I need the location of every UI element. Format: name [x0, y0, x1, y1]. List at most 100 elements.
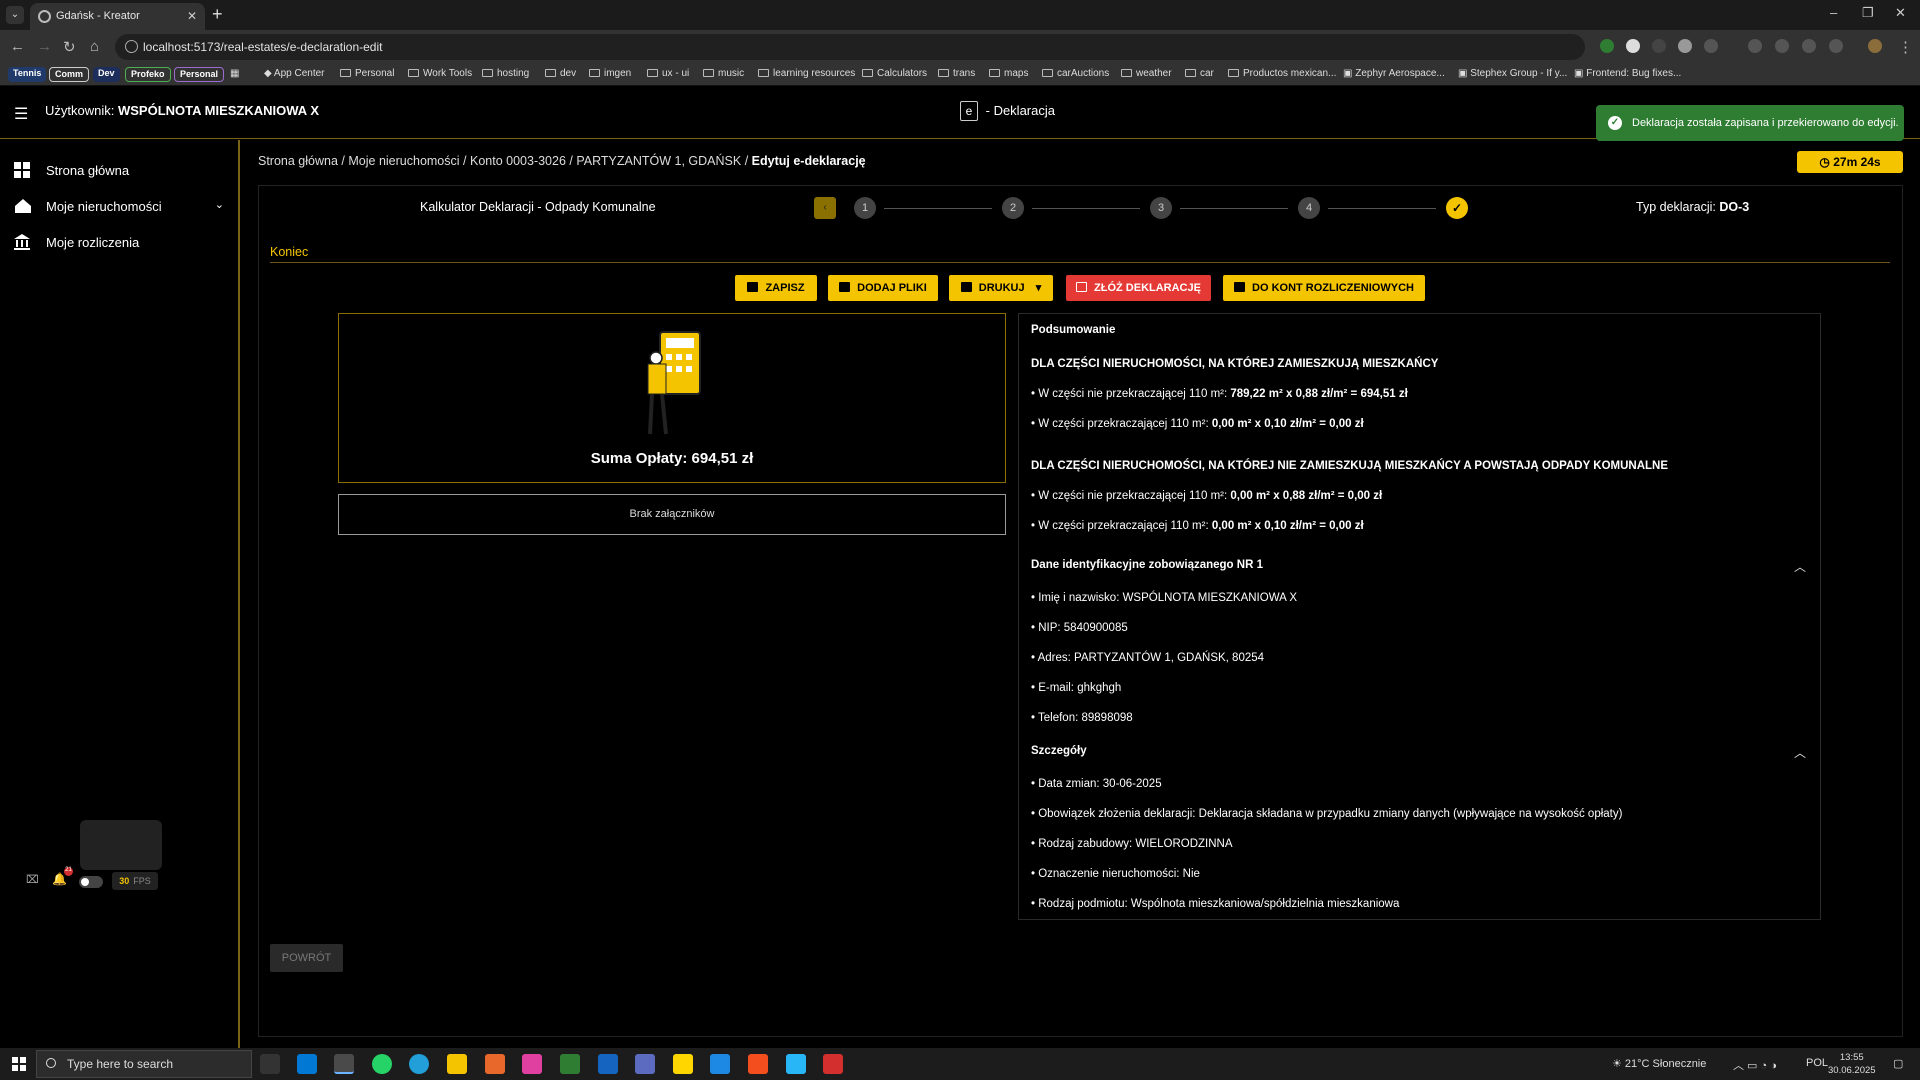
apps-grid-icon[interactable]: ▦ [230, 68, 239, 79]
devtools-icon[interactable] [1802, 39, 1816, 53]
reload-icon[interactable]: ↻ [63, 38, 76, 56]
windows-start-icon[interactable] [12, 1057, 26, 1071]
bookmark-folder[interactable]: Calculators [862, 68, 927, 79]
extension-icon[interactable] [1678, 39, 1692, 53]
bookmark-folder[interactable]: learning resources [758, 68, 855, 79]
app-icon[interactable] [823, 1054, 843, 1074]
home-browser-icon[interactable]: ⌂ [90, 38, 99, 55]
bookmark-folder[interactable]: trans [938, 68, 975, 79]
close-window-icon[interactable]: ✕ [1895, 5, 1906, 21]
app-icon[interactable] [710, 1054, 730, 1074]
bookmark-folder[interactable]: imgen [589, 68, 631, 79]
bookmark-item[interactable]: ▣ Stephex Group - If y... [1458, 68, 1567, 79]
bookmark-item[interactable]: ▣ Zephyr Aerospace... [1343, 68, 1445, 79]
theme-toggle[interactable] [79, 876, 103, 888]
breadcrumb-link[interactable]: Moje nieruchomości [348, 154, 459, 168]
bookmark-folder[interactable]: Productos mexican... [1228, 68, 1336, 79]
tab-search-icon[interactable]: ⌄ [6, 6, 24, 24]
translate-icon[interactable] [1775, 39, 1789, 53]
wizard-step[interactable]: 3 [1150, 197, 1172, 219]
chrome-icon[interactable] [334, 1054, 354, 1074]
bookmark-folder[interactable]: car [1185, 68, 1214, 79]
step-complete-check-icon[interactable]: ✓ [1446, 197, 1468, 219]
bookmark-pill[interactable]: Dev [93, 67, 120, 82]
app-icon[interactable] [635, 1054, 655, 1074]
details-heading[interactable]: Szczegóły [1031, 745, 1087, 757]
back-button[interactable]: POWRÓT [270, 944, 343, 972]
clock[interactable]: 13:55 30.06.2025 [1828, 1051, 1876, 1077]
browser-tab[interactable]: Gdańsk - Kreator ✕ [30, 3, 205, 30]
bookmark-item[interactable]: ▣ Frontend: Bug fixes... [1574, 68, 1681, 79]
close-tab-icon[interactable]: ✕ [187, 3, 197, 30]
bookmark-folder[interactable]: music [703, 68, 744, 79]
extension-icon[interactable] [1626, 39, 1640, 53]
extension-icon[interactable] [1652, 39, 1666, 53]
forward-icon[interactable]: → [37, 38, 52, 55]
toast-message: Deklaracja została zapisana i przekierow… [1632, 117, 1899, 129]
minimize-icon[interactable]: – [1830, 5, 1837, 20]
download-icon[interactable] [1829, 39, 1843, 53]
back-icon[interactable]: ← [10, 38, 25, 55]
bookmark-folder[interactable]: weather [1121, 68, 1172, 79]
language-indicator[interactable]: POL [1806, 1057, 1828, 1069]
bookmark-folder[interactable]: maps [989, 68, 1028, 79]
chevron-up-icon[interactable]: ︿ [1794, 744, 1806, 761]
extension-icon[interactable] [1600, 39, 1614, 53]
menu-collapse-icon[interactable]: ☰ [14, 104, 28, 124]
bookmark-folder[interactable]: Personal [340, 68, 394, 79]
wizard-step[interactable]: 4 [1298, 197, 1320, 219]
bookmark-pill[interactable]: Profeko [125, 67, 171, 82]
submit-declaration-button[interactable]: ZŁÓŻ DEKLARACJĘ [1066, 275, 1211, 301]
wizard-back-button[interactable]: ‹ [814, 197, 836, 219]
app-icon[interactable] [522, 1054, 542, 1074]
browser-menu-icon[interactable]: ⋮ [1898, 38, 1913, 56]
app-icon[interactable] [598, 1054, 618, 1074]
notifications-icon[interactable]: ▢ [1893, 1057, 1903, 1070]
address-bar[interactable]: localhost:5173/real-estates/e-declaratio… [115, 34, 1585, 60]
restore-icon[interactable]: ❐ [1862, 5, 1874, 21]
save-button[interactable]: ZAPISZ [735, 275, 817, 301]
clear-cache-icon[interactable]: ⌧ [26, 873, 39, 886]
app-icon[interactable] [560, 1054, 580, 1074]
breadcrumb-link[interactable]: PARTYZANTÓW 1, GDAŃSK [576, 154, 741, 168]
chevron-down-icon[interactable]: ⌄ [215, 198, 224, 211]
bookmark-folder[interactable]: hosting [482, 68, 529, 79]
breadcrumb-link[interactable]: Konto 0003-3026 [470, 154, 566, 168]
taskbar-search[interactable]: Type here to search [36, 1050, 252, 1078]
profile-avatar[interactable] [1868, 39, 1882, 53]
weather-widget[interactable]: ☀ 21°C Słonecznie [1612, 1057, 1706, 1070]
wizard-step[interactable]: 2 [1002, 197, 1024, 219]
new-tab-icon[interactable]: + [212, 4, 223, 25]
bookmark-folder[interactable]: dev [545, 68, 576, 79]
bookmark-item[interactable]: ◆ App Center [264, 68, 325, 79]
wizard-step[interactable]: 1 [854, 197, 876, 219]
to-accounts-button[interactable]: DO KONT ROZLICZENIOWYCH [1223, 275, 1425, 301]
site-info-icon[interactable] [125, 40, 138, 53]
print-button[interactable]: DRUKUJ ▾ [949, 275, 1053, 301]
extensions-icon[interactable] [1704, 39, 1718, 53]
identity-heading[interactable]: Dane identyfikacyjne zobowiązanego NR 1 [1031, 559, 1263, 571]
bookmark-folder[interactable]: Work Tools [408, 68, 472, 79]
task-view-icon[interactable] [260, 1054, 280, 1074]
bookmark-pill[interactable]: Personal [174, 67, 225, 82]
whatsapp-icon[interactable] [372, 1054, 392, 1074]
sticky-notes-icon[interactable] [673, 1054, 693, 1074]
add-files-button[interactable]: DODAJ PLIKI [828, 275, 938, 301]
bookmark-folder[interactable]: ux - ui [647, 68, 689, 79]
telegram-icon[interactable] [409, 1054, 429, 1074]
chevron-up-icon[interactable]: ︿ [1794, 558, 1806, 575]
bookmark-pill[interactable]: Tennis [8, 67, 47, 82]
tray-icons[interactable]: ︿ ▭ ◔ ◑ [1733, 1057, 1777, 1073]
file-explorer-icon[interactable] [447, 1054, 467, 1074]
sidebar-item-home[interactable]: Strona główna [14, 162, 129, 178]
bookmark-folder[interactable]: carAuctions [1042, 68, 1109, 79]
breadcrumb-link[interactable]: Strona główna [258, 154, 338, 168]
app-icon[interactable] [485, 1054, 505, 1074]
bookmark-star-icon[interactable] [1748, 39, 1762, 53]
figma-icon[interactable] [748, 1054, 768, 1074]
sidebar-item-properties[interactable]: Moje nieruchomości ⌄ [14, 198, 224, 214]
sidebar-item-settlements[interactable]: Moje rozliczenia [14, 234, 139, 250]
bookmark-pill[interactable]: Comm [49, 67, 90, 82]
app-icon[interactable] [786, 1054, 806, 1074]
vscode-icon[interactable] [297, 1054, 317, 1074]
